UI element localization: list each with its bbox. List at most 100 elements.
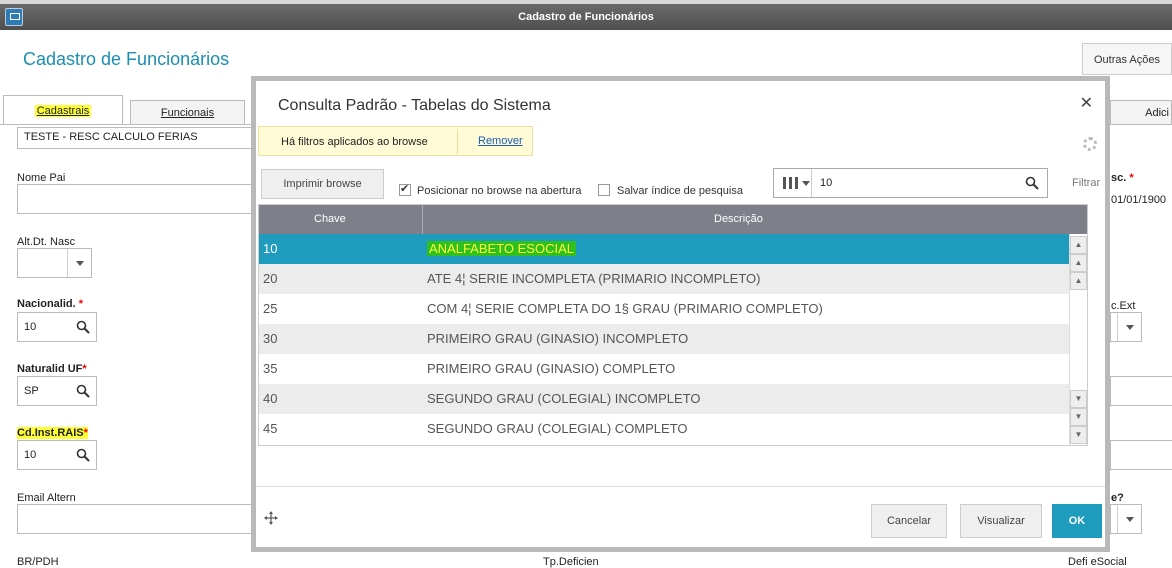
naturalid-value: SP (24, 385, 39, 397)
scroll-top-icon[interactable]: ▲ (1070, 236, 1087, 254)
filter-button[interactable]: Filtrar (1072, 177, 1100, 189)
cd-inst-rais-field[interactable]: 10 (17, 440, 97, 470)
scroll-up-icon[interactable]: ▲ (1070, 272, 1087, 290)
ok-button[interactable]: OK (1052, 504, 1102, 538)
row-key: 10 (263, 241, 278, 256)
row-desc: SEGUNDO GRAU (COLEGIAL) INCOMPLETO (427, 391, 701, 406)
search-icon[interactable] (1025, 176, 1039, 190)
save-index-checkbox[interactable] (598, 184, 610, 196)
row-desc: PRIMEIRO GRAU (GINASIO) COMPLETO (427, 361, 676, 376)
row-key: 45 (263, 421, 278, 436)
table-row[interactable]: 35 PRIMEIRO GRAU (GINASIO) COMPLETO (259, 354, 1087, 384)
tab-funcionais-label: Funcionais (160, 107, 215, 119)
right-field-2[interactable] (1110, 440, 1172, 470)
email-altern-field[interactable] (17, 504, 253, 534)
right-field-1[interactable] (1110, 376, 1172, 406)
save-index-label: Salvar índice de pesquisa (617, 185, 743, 197)
move-icon[interactable] (264, 511, 278, 525)
name-field[interactable]: TESTE - RESC CALCULO FERIAS (17, 127, 253, 149)
close-icon[interactable]: ✕ (1080, 93, 1093, 113)
row-key: 20 (263, 271, 278, 286)
position-browse-label: Posicionar no browse na abertura (417, 185, 582, 197)
column-header-descricao[interactable]: Descrição (714, 213, 763, 225)
dt-nasc-value[interactable]: 01/01/1900 (1111, 194, 1166, 206)
page-title: Cadastro de Funcionários (23, 49, 230, 69)
grid-scrollbar[interactable]: ▲ ▲ ▲ ▼ ▼ ▼ (1069, 234, 1087, 445)
view-button[interactable]: Visualizar (960, 504, 1042, 538)
row-key: 30 (263, 331, 278, 346)
filter-notice-text: Há filtros aplicados ao browse (281, 136, 428, 148)
e-select[interactable] (1110, 504, 1142, 534)
row-key: 35 (263, 361, 278, 376)
dialog-title: Consulta Padrão - Tabelas do Sistema (278, 97, 551, 114)
tab-adicionais-label: Adici (1145, 107, 1169, 119)
email-altern-label: Email Altern (17, 492, 76, 504)
columns-icon[interactable] (774, 169, 812, 197)
footer-divider (256, 486, 1105, 487)
scroll-page-down-icon[interactable]: ▼ (1070, 408, 1087, 426)
search-box[interactable]: 10 (773, 168, 1048, 198)
scroll-page-up-icon[interactable]: ▲ (1070, 254, 1087, 272)
print-browse-button[interactable]: Imprimir browse (261, 169, 384, 199)
row-desc-text: ANALFABETO ESOCIAL (427, 241, 576, 256)
naturalid-label: Naturalid UF* (17, 363, 87, 375)
chevron-down-icon (67, 249, 91, 277)
remove-filter-link[interactable]: Remover (478, 135, 523, 147)
row-key: 25 (263, 301, 278, 316)
search-icon[interactable] (76, 320, 90, 334)
defi-esocial-label: Defi eSocial (1068, 556, 1127, 568)
tab-adicionais[interactable]: Adici (1110, 100, 1172, 125)
tab-cadastrais[interactable]: Cadastrais (3, 95, 123, 125)
br-pdh-label: BR/PDH (17, 556, 59, 568)
tp-deficien-label: Tp.Deficien (543, 556, 599, 568)
filter-notice: Há filtros aplicados ao browse Remover (258, 126, 533, 156)
window-title: Cadastro de Funcionários (518, 11, 654, 23)
c-ext-select[interactable] (1110, 312, 1142, 342)
tab-funcionais[interactable]: Funcionais (130, 100, 245, 125)
search-input[interactable]: 10 (820, 177, 832, 189)
nacionalid-label-text: Nacionalid. (17, 298, 76, 310)
column-header-chave[interactable]: Chave (314, 213, 346, 225)
column-separator (422, 205, 423, 234)
position-browse-checkbox[interactable] (399, 182, 411, 196)
naturalid-field[interactable]: SP (17, 376, 97, 406)
c-ext-label: c.Ext (1111, 300, 1136, 312)
search-icon[interactable] (76, 384, 90, 398)
alt-dt-nasc-label: Alt.Dt. Nasc (17, 236, 76, 248)
table-row[interactable]: 45 SEGUNDO GRAU (COLEGIAL) COMPLETO (259, 414, 1087, 444)
cancel-button[interactable]: Cancelar (871, 504, 947, 538)
chevron-down-icon (1117, 313, 1141, 341)
table-row[interactable]: 25 COM 4¦ SERIE COMPLETA DO 1§ GRAU (PRI… (259, 294, 1087, 324)
table-row[interactable]: 20 ATE 4¦ SERIE INCOMPLETA (PRIMARIO INC… (259, 264, 1087, 294)
row-desc: COM 4¦ SERIE COMPLETA DO 1§ GRAU (PRIMAR… (427, 301, 823, 316)
cd-inst-rais-value: 10 (24, 449, 37, 461)
table-row[interactable]: 40 SEGUNDO GRAU (COLEGIAL) INCOMPLETO (259, 384, 1087, 414)
naturalid-label-text: Naturalid UF (17, 363, 83, 375)
nacionalid-field[interactable]: 10 (17, 312, 97, 342)
alt-dt-nasc-select[interactable] (17, 248, 92, 278)
filter-separator (457, 129, 458, 154)
scroll-bottom-icon[interactable]: ▼ (1070, 426, 1087, 444)
row-key: 40 (263, 391, 278, 406)
e-label: e? (1111, 492, 1124, 504)
dt-nasc-label: sc. * (1111, 172, 1134, 184)
table-row[interactable]: 10 ANALFABETO ESOCIAL (259, 234, 1087, 264)
nacionalid-value: 10 (24, 321, 37, 333)
grid-header: Chave Descrição (259, 205, 1087, 234)
scroll-down-icon[interactable]: ▼ (1070, 390, 1087, 408)
row-desc: ATE 4¦ SERIE INCOMPLETA (PRIMARIO INCOMP… (427, 271, 761, 286)
search-icon[interactable] (76, 448, 90, 462)
other-actions-button[interactable]: Outras Ações (1082, 43, 1172, 75)
nome-pai-label: Nome Pai (17, 172, 66, 184)
gear-icon[interactable] (1083, 137, 1097, 151)
window-titlebar: Cadastro de Funcionários (0, 4, 1172, 30)
nome-pai-field[interactable] (17, 184, 253, 214)
table-row[interactable]: 30 PRIMEIRO GRAU (GINASIO) INCOMPLETO (259, 324, 1087, 354)
row-desc: PRIMEIRO GRAU (GINASIO) INCOMPLETO (427, 331, 689, 346)
app-icon (5, 8, 23, 26)
chevron-down-icon (1117, 505, 1141, 533)
row-desc: SEGUNDO GRAU (COLEGIAL) COMPLETO (427, 421, 688, 436)
dt-nasc-label-text: sc. (1111, 172, 1127, 184)
consulta-padrao-dialog: Consulta Padrão - Tabelas do Sistema ✕ H… (251, 76, 1110, 552)
results-grid: Chave Descrição 10 ANALFABETO ESOCIAL 20… (258, 204, 1088, 446)
